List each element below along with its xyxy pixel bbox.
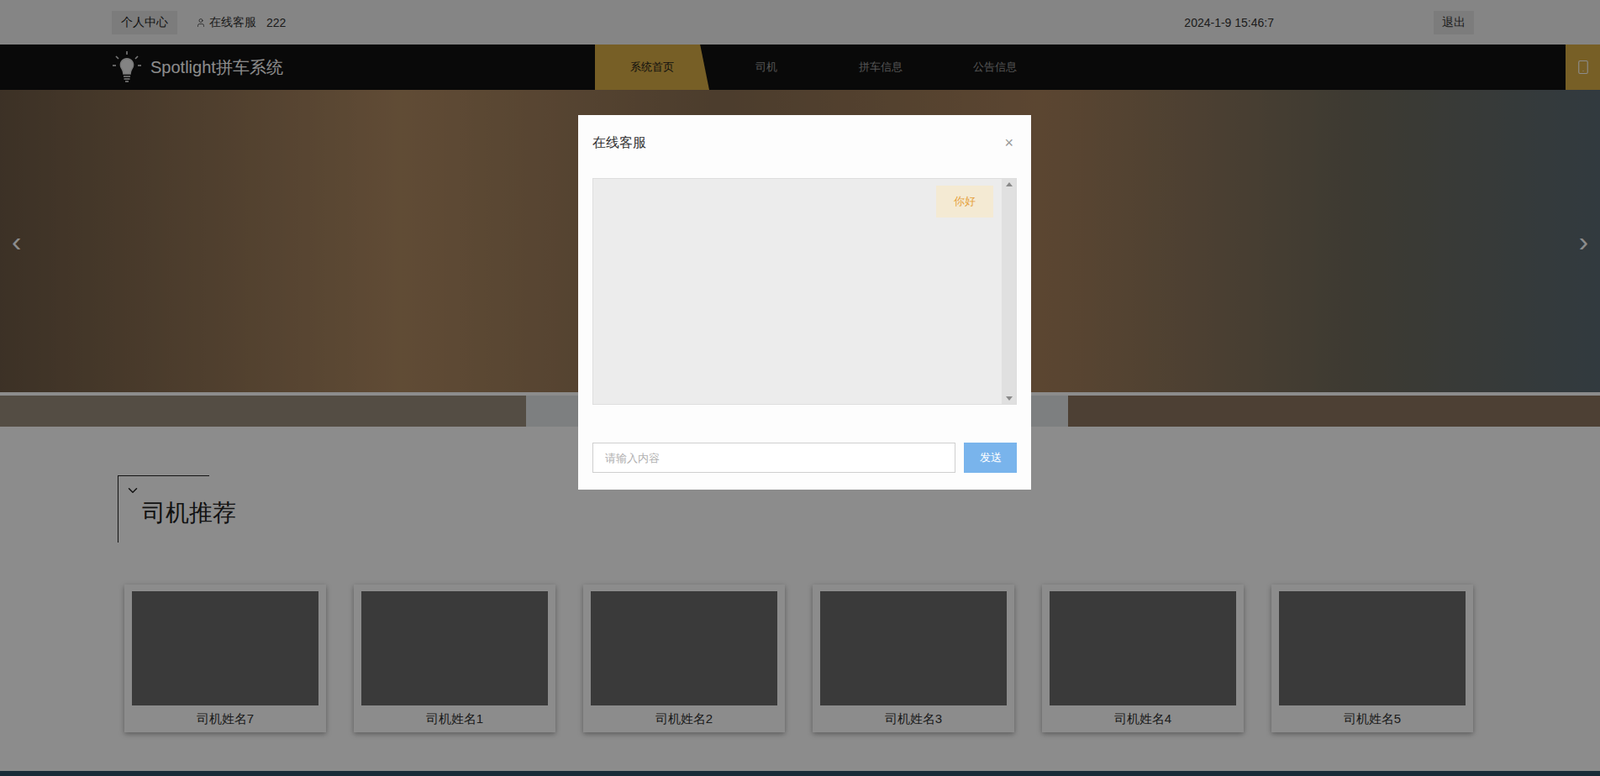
message-input[interactable] (592, 442, 956, 474)
message-list: 你好 (593, 178, 1002, 405)
chat-area: 你好 (592, 178, 1017, 406)
scrollbar[interactable] (1001, 178, 1016, 405)
page: 个人中心在线客服2222024-1-9 15:46:7退出Spotlight拼车… (0, 0, 1600, 776)
scroll-down-icon[interactable] (1005, 396, 1013, 401)
dialog-header: 在线客服 × (592, 130, 1017, 156)
dialog-title: 在线客服 (592, 134, 647, 153)
scroll-up-icon[interactable] (1005, 182, 1013, 187)
message-bubble: 你好 (936, 185, 994, 218)
chat-dialog: 在线客服 × 你好发送 (578, 115, 1032, 490)
send-button[interactable]: 发送 (963, 442, 1017, 474)
input-row: 发送 (592, 442, 1017, 474)
close-button[interactable]: × (1000, 134, 1017, 153)
